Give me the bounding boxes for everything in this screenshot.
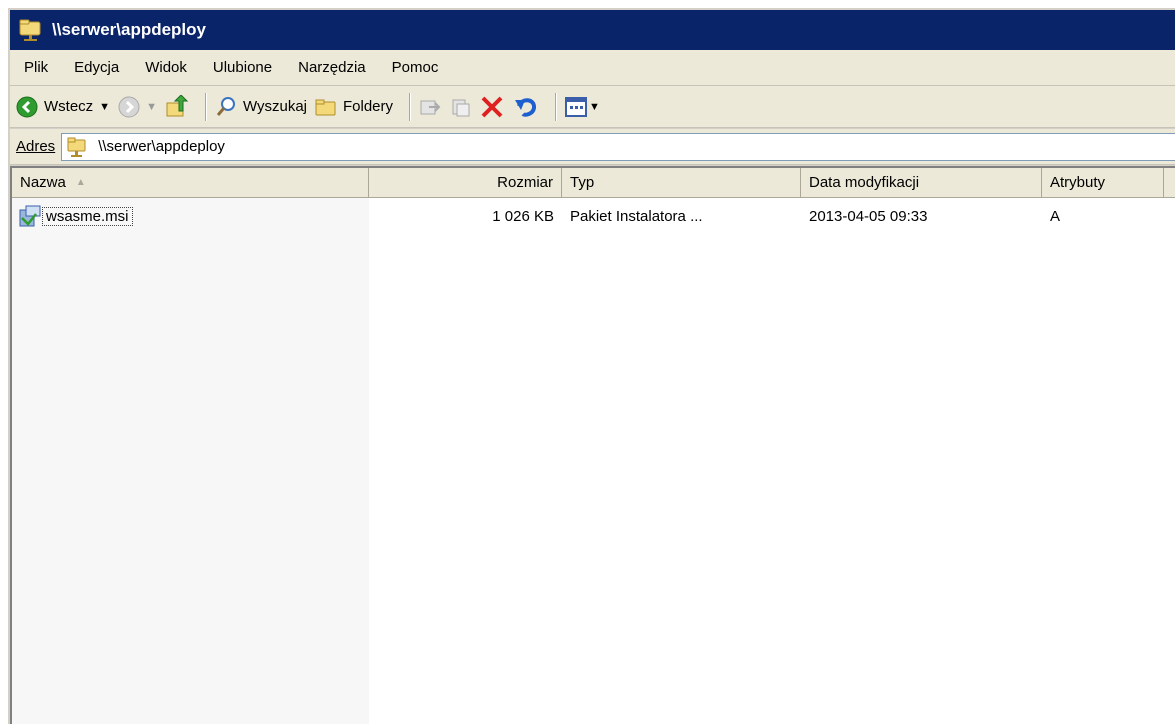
- folders-button[interactable]: Foldery: [315, 96, 393, 118]
- menu-edit[interactable]: Edycja: [74, 59, 119, 76]
- column-header-modified[interactable]: Data modyfikacji: [801, 168, 1042, 198]
- sorted-column-highlight: [12, 198, 369, 724]
- cell-size: 1 026 KB: [492, 207, 554, 225]
- menu-help[interactable]: Pomoc: [392, 59, 439, 76]
- menu-tools[interactable]: Narzędzia: [298, 59, 366, 76]
- column-header-filler: [1164, 168, 1175, 198]
- move-to-button[interactable]: [419, 96, 441, 118]
- address-label: Adres: [16, 138, 56, 155]
- network-folder-icon: [67, 137, 86, 157]
- views-button[interactable]: ▼: [565, 96, 600, 117]
- cell-name: wsasme.msi: [12, 204, 369, 228]
- copy-to-icon: [452, 99, 470, 116]
- toolbar: Wstecz ▼ ▼ Wyszukaj Foldery ▼: [10, 86, 1175, 128]
- sort-ascending-icon: ▲: [75, 177, 86, 188]
- address-bar: Adres \\serwer\appdeploy: [10, 129, 1175, 165]
- address-input[interactable]: \\serwer\appdeploy: [61, 132, 1175, 161]
- undo-button[interactable]: [513, 94, 539, 120]
- network-folder-icon: [19, 19, 41, 41]
- back-button[interactable]: Wstecz ▼: [16, 96, 110, 118]
- column-header-label: Typ: [570, 174, 595, 191]
- column-header-size[interactable]: Rozmiar: [369, 168, 562, 198]
- column-header-type[interactable]: Typ: [562, 168, 801, 198]
- address-value: \\serwer\appdeploy: [98, 138, 225, 155]
- views-grid-icon: [565, 96, 588, 117]
- column-header-attributes[interactable]: Atrybuty: [1042, 168, 1164, 198]
- menu-view[interactable]: Widok: [145, 59, 187, 76]
- chevron-down-icon[interactable]: ▼: [146, 101, 157, 113]
- column-header-label: Rozmiar: [497, 174, 553, 191]
- undo-icon: [515, 97, 537, 117]
- toolbar-separator: [409, 92, 412, 121]
- column-header-name[interactable]: Nazwa ▲: [12, 168, 369, 198]
- delete-button[interactable]: [479, 94, 505, 120]
- search-icon: [216, 96, 235, 116]
- msi-package-icon: [19, 205, 41, 227]
- column-header-label: Data modyfikacji: [809, 174, 920, 191]
- forward-arrow-icon: [118, 96, 140, 117]
- back-label: Wstecz: [44, 98, 94, 115]
- column-header-label: Atrybuty: [1050, 174, 1106, 191]
- toolbar-separator: [555, 92, 558, 121]
- forward-button[interactable]: ▼: [118, 96, 157, 118]
- cell-type: Pakiet Instalatora ...: [570, 207, 703, 225]
- menu-favorites[interactable]: Ulubione: [213, 59, 272, 76]
- menu-bar: Plik Edycja Widok Ulubione Narzędzia Pom…: [10, 50, 1175, 86]
- search-label: Wyszukaj: [242, 98, 307, 115]
- delete-x-icon: [481, 96, 503, 117]
- up-folder-button[interactable]: [165, 94, 189, 119]
- chevron-down-icon[interactable]: ▼: [99, 101, 110, 113]
- search-button[interactable]: Wyszukaj: [215, 96, 307, 118]
- table-row[interactable]: wsasme.msi 1 026 KB Pakiet Instalatora .…: [12, 202, 1175, 230]
- up-folder-icon: [166, 94, 189, 116]
- toolbar-separator: [204, 92, 207, 121]
- copy-to-button[interactable]: [449, 96, 471, 118]
- menu-file[interactable]: Plik: [24, 59, 48, 76]
- window-title: \\serwer\appdeploy: [52, 20, 206, 39]
- title-bar[interactable]: \\serwer\appdeploy: [10, 10, 1175, 50]
- chevron-down-icon[interactable]: ▼: [589, 101, 600, 113]
- move-to-icon: [420, 100, 441, 114]
- folders-label: Foldery: [343, 98, 394, 115]
- folder-icon: [315, 99, 336, 115]
- cell-attributes: A: [1050, 207, 1061, 225]
- column-header-label: Nazwa: [20, 174, 66, 191]
- file-name[interactable]: wsasme.msi: [42, 206, 133, 226]
- back-arrow-icon: [16, 96, 38, 117]
- list-header: Nazwa ▲ Rozmiar Typ Data modyfikacji Atr…: [12, 168, 1175, 198]
- explorer-window: \\serwer\appdeploy Plik Edycja Widok Ulu…: [8, 8, 1175, 724]
- cell-modified: 2013-04-05 09:33: [809, 207, 928, 225]
- file-list[interactable]: Nazwa ▲ Rozmiar Typ Data modyfikacji Atr…: [10, 166, 1175, 724]
